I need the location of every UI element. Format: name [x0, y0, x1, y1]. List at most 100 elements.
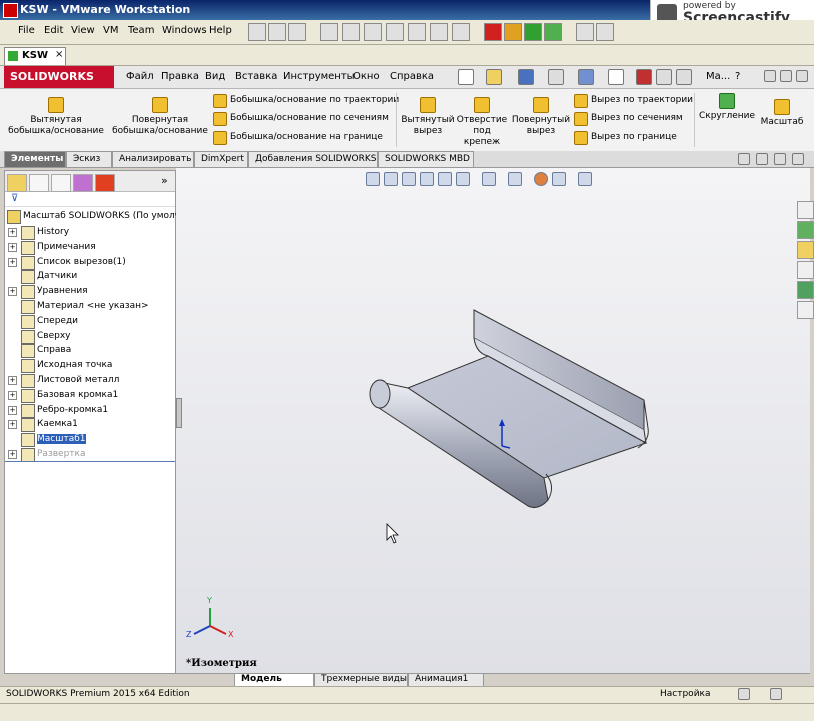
- view-palette-icon[interactable]: [797, 261, 814, 279]
- menu-vm[interactable]: VM: [103, 25, 118, 36]
- extrude-boss-button[interactable]: Вытянутая бобышка/основание: [6, 97, 106, 137]
- tab-evaluate[interactable]: Анализировать: [112, 151, 194, 167]
- expand-icon[interactable]: +: [8, 420, 17, 430]
- search-commands[interactable]: Ма...: [706, 71, 730, 82]
- tree-item[interactable]: Сверху: [5, 329, 175, 344]
- file-properties-icon[interactable]: [656, 69, 672, 85]
- tab-ksw[interactable]: KSW ×: [4, 47, 66, 65]
- feature-filter[interactable]: ⊽: [5, 192, 175, 207]
- custom-properties-icon[interactable]: [797, 301, 814, 319]
- panel-minimize-icon[interactable]: [738, 153, 750, 165]
- unity-icon[interactable]: [386, 23, 404, 41]
- close-tab-icon[interactable]: ×: [55, 49, 63, 60]
- tree-item[interactable]: + Ребро-кромка1: [5, 403, 175, 418]
- tab-mbd[interactable]: SOLIDWORKS MBD: [378, 151, 474, 167]
- panel-maximize-icon[interactable]: [774, 153, 786, 165]
- graphics-area[interactable]: Y X Z *Изометрия: [176, 168, 810, 673]
- tree-item[interactable]: Масштаб1: [5, 432, 175, 448]
- expand-icon[interactable]: +: [8, 390, 17, 400]
- expand-icon[interactable]: +: [8, 405, 17, 415]
- status-help-icon[interactable]: [770, 688, 782, 700]
- rollback-bar[interactable]: [5, 461, 175, 462]
- expand-icon[interactable]: +: [8, 376, 17, 385]
- expand-icon[interactable]: +: [8, 257, 17, 267]
- tree-item[interactable]: Справа: [5, 343, 175, 359]
- menu-help-ru[interactable]: Справка: [390, 71, 434, 82]
- panel-restore-icon[interactable]: [756, 153, 768, 165]
- tree-item[interactable]: + Развертка: [5, 447, 175, 462]
- solidworks-logo[interactable]: SOLIDWORKS: [4, 66, 114, 88]
- tree-item[interactable]: Исходная точка: [5, 358, 175, 374]
- loft-cut-button[interactable]: Вырез по сечениям: [574, 112, 694, 126]
- menu-edit-ru[interactable]: Правка: [161, 71, 199, 82]
- expand-panel-icon[interactable]: »: [161, 174, 168, 187]
- summary-icon[interactable]: [452, 23, 470, 41]
- vm-settings-icon[interactable]: [430, 23, 448, 41]
- expand-icon[interactable]: +: [8, 287, 17, 297]
- full-screen-icon[interactable]: [342, 23, 360, 41]
- boundary-boss-button[interactable]: Бобышка/основание на границе: [213, 131, 393, 145]
- sweep-boss-button[interactable]: Бобышка/основание по траектории: [213, 94, 399, 108]
- menu-insert-ru[interactable]: Вставка: [235, 71, 277, 82]
- tree-item[interactable]: + Каемка1: [5, 417, 175, 433]
- expand-icon[interactable]: +: [8, 242, 17, 252]
- tree-item[interactable]: Датчики: [5, 269, 175, 285]
- print-icon[interactable]: [548, 69, 564, 85]
- tree-item[interactable]: + Примечания: [5, 240, 175, 255]
- loft-boss-button[interactable]: Бобышка/основание по сечениям: [213, 112, 393, 126]
- panel-close-icon[interactable]: [792, 153, 804, 165]
- capture-icon[interactable]: [576, 23, 594, 41]
- hole-wizard-button[interactable]: Отверстие под крепеж: [456, 97, 508, 148]
- tree-item[interactable]: + Базовая кромка1: [5, 388, 175, 403]
- revolve-boss-button[interactable]: Повернутая бобышка/основание: [110, 97, 210, 137]
- snapshot-icon[interactable]: [248, 23, 266, 41]
- status-info-icon[interactable]: [738, 688, 750, 700]
- design-library-icon[interactable]: [797, 221, 814, 239]
- panel-collapse-handle[interactable]: [176, 398, 182, 428]
- tree-item[interactable]: + History: [5, 225, 175, 240]
- new-document-icon[interactable]: [458, 69, 474, 85]
- revert-snapshot-icon[interactable]: [268, 23, 286, 41]
- file-explorer-icon[interactable]: [797, 241, 814, 259]
- tab-sketch[interactable]: Эскиз: [66, 151, 112, 167]
- minimize-icon[interactable]: [764, 70, 776, 82]
- quick-switch-icon[interactable]: [364, 23, 382, 41]
- tab-dimxpert[interactable]: DimXpert: [194, 151, 248, 167]
- tree-root-part[interactable]: Масштаб SOLIDWORKS (По умолчан: [5, 209, 191, 224]
- expand-icon[interactable]: +: [8, 450, 17, 459]
- options-icon[interactable]: [676, 69, 692, 85]
- restore-icon[interactable]: [780, 70, 792, 82]
- menu-file[interactable]: File: [18, 25, 35, 36]
- feature-tree-tab-icon[interactable]: [7, 174, 27, 192]
- close-icon[interactable]: [796, 70, 808, 82]
- menu-window-ru[interactable]: Окно: [353, 71, 380, 82]
- pause-icon[interactable]: [504, 23, 522, 41]
- tree-item[interactable]: Материал <не указан>: [5, 299, 175, 314]
- menu-view[interactable]: View: [71, 25, 95, 36]
- show-console-icon[interactable]: [320, 23, 338, 41]
- customize-button[interactable]: Настройка: [660, 689, 711, 699]
- menu-help[interactable]: Help: [209, 25, 232, 36]
- rebuild-icon[interactable]: [636, 69, 652, 85]
- movie-icon[interactable]: [596, 23, 614, 41]
- tree-item[interactable]: + Список вырезов(1): [5, 255, 175, 270]
- tab-addins[interactable]: Добавления SOLIDWORKS: [248, 151, 378, 167]
- fillet-button[interactable]: Скругление: [698, 93, 756, 122]
- help-icon[interactable]: ?: [735, 71, 740, 82]
- tree-item[interactable]: + Листовой металл: [5, 373, 175, 388]
- tab-features[interactable]: Элементы: [4, 151, 66, 167]
- menu-windows[interactable]: Windows: [162, 25, 207, 36]
- menu-tools-ru[interactable]: Инструменты: [283, 71, 355, 82]
- snapshot-manager-icon[interactable]: [288, 23, 306, 41]
- save-icon[interactable]: [518, 69, 534, 85]
- solidworks-resources-icon[interactable]: [797, 201, 814, 219]
- open-icon[interactable]: [486, 69, 502, 85]
- undo-icon[interactable]: [578, 69, 594, 85]
- sweep-cut-button[interactable]: Вырез по траектории: [574, 94, 694, 108]
- extrude-cut-button[interactable]: Вытянутый вырез: [400, 97, 456, 137]
- menu-view-ru[interactable]: Вид: [205, 71, 225, 82]
- sheet-metal-part[interactable]: [369, 309, 649, 508]
- reset-icon[interactable]: [544, 23, 562, 41]
- play-icon[interactable]: [524, 23, 542, 41]
- property-manager-tab-icon[interactable]: [29, 174, 49, 192]
